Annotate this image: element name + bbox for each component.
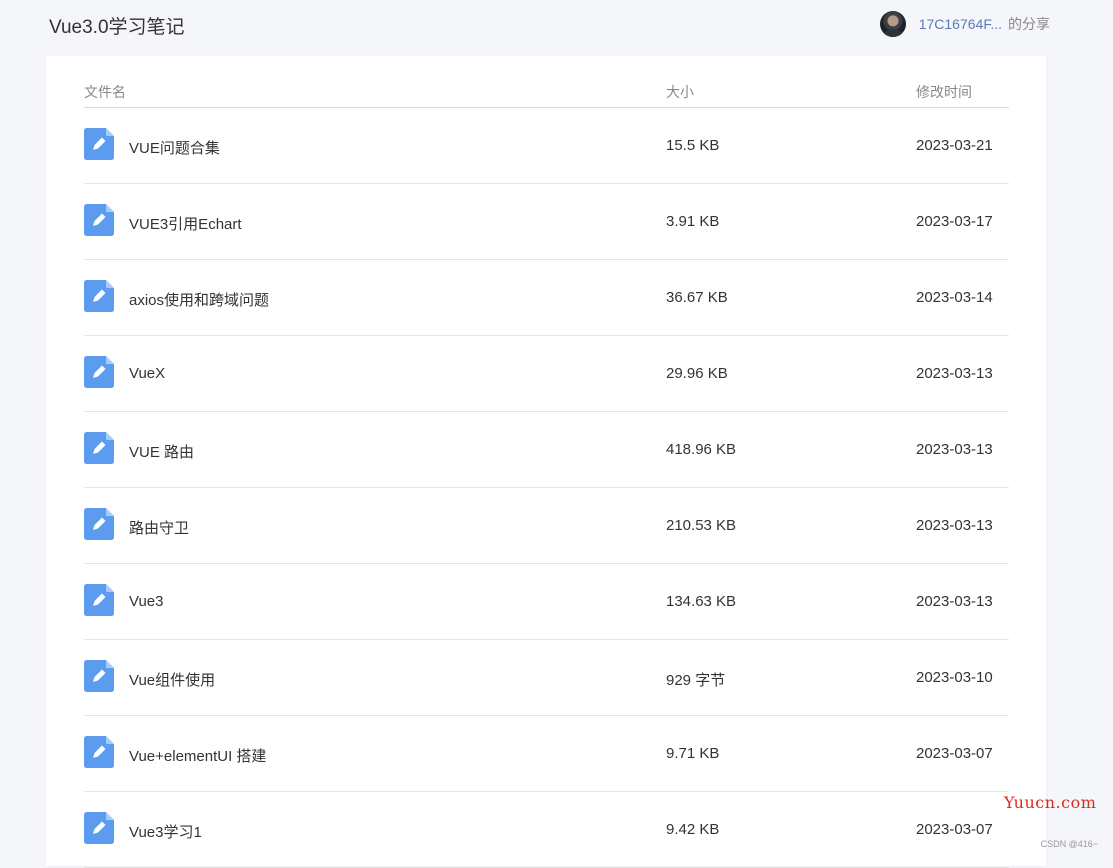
- file-rows: VUE问题合集 15.5 KB 2023-03-21 VUE3引用Echart 3.91…: [84, 108, 1009, 868]
- table-row[interactable]: Vue3 134.63 KB 2023-03-13: [84, 564, 1009, 640]
- file-modified-date: 2023-03-14: [916, 289, 993, 306]
- file-size: 9.71 KB: [666, 745, 720, 762]
- file-size: 3.91 KB: [666, 213, 720, 230]
- file-name[interactable]: VUE3引用Echart: [129, 213, 242, 234]
- file-list-panel: 文件名 大小 修改时间 VUE问题合集 15.5 KB 2023-03-21 VUE3…: [46, 56, 1046, 868]
- document-edit-icon: [84, 204, 114, 236]
- table-row[interactable]: Vue3学习1 9.42 KB 2023-03-07: [84, 792, 1009, 868]
- file-modified-date: 2023-03-07: [916, 745, 993, 762]
- file-modified-date: 2023-03-13: [916, 441, 993, 458]
- file-name[interactable]: VueX: [129, 365, 165, 382]
- file-size: 929 字节: [666, 672, 726, 689]
- avatar[interactable]: [879, 11, 906, 37]
- file-name[interactable]: Vue组件使用: [129, 669, 215, 690]
- column-header-name[interactable]: 文件名: [84, 82, 126, 102]
- document-edit-icon: [84, 812, 114, 844]
- file-size: 15.5 KB: [666, 137, 720, 154]
- file-modified-date: 2023-03-13: [916, 593, 993, 610]
- document-edit-icon: [84, 356, 114, 388]
- file-size: 29.96 KB: [666, 365, 728, 382]
- file-modified-date: 2023-03-10: [916, 669, 993, 686]
- table-row[interactable]: VUE问题合集 15.5 KB 2023-03-21: [84, 108, 1009, 184]
- table-row[interactable]: VUE3引用Echart 3.91 KB 2023-03-17: [84, 184, 1009, 260]
- file-size: 9.42 KB: [666, 821, 720, 838]
- sharer-info: 17C16764F... 的分享: [879, 11, 1050, 37]
- document-edit-icon: [84, 660, 114, 692]
- document-edit-icon: [84, 584, 114, 616]
- file-modified-date: 2023-03-13: [916, 365, 993, 382]
- credit-watermark: CSDN @416~: [1040, 839, 1098, 849]
- file-name[interactable]: Vue3学习1: [129, 821, 202, 842]
- file-name[interactable]: axios使用和跨域问题: [129, 289, 269, 310]
- table-row[interactable]: 路由守卫 210.53 KB 2023-03-13: [84, 488, 1009, 564]
- table-row[interactable]: axios使用和跨域问题 36.67 KB 2023-03-14: [84, 260, 1009, 336]
- site-watermark: Yuucn.com: [1004, 793, 1097, 812]
- table-row[interactable]: VueX 29.96 KB 2023-03-13: [84, 336, 1009, 412]
- file-modified-date: 2023-03-07: [916, 821, 993, 838]
- table-row[interactable]: Vue组件使用 929 字节 2023-03-10: [84, 640, 1009, 716]
- column-header-modified[interactable]: 修改时间: [916, 82, 972, 102]
- document-edit-icon: [84, 736, 114, 768]
- document-edit-icon: [84, 280, 114, 312]
- file-modified-date: 2023-03-17: [916, 213, 993, 230]
- share-suffix: 的分享: [1008, 16, 1050, 32]
- page-title: Vue3.0学习笔记: [49, 17, 185, 38]
- table-row[interactable]: VUE 路由 418.96 KB 2023-03-13: [84, 412, 1009, 488]
- document-edit-icon: [84, 432, 114, 464]
- file-name[interactable]: VUE 路由: [129, 441, 194, 462]
- document-edit-icon: [84, 508, 114, 540]
- file-size: 210.53 KB: [666, 517, 737, 534]
- column-header-size[interactable]: 大小: [666, 82, 694, 102]
- file-name[interactable]: VUE问题合集: [129, 137, 220, 158]
- file-size: 36.67 KB: [666, 289, 728, 306]
- header: Vue3.0学习笔记 17C16764F... 的分享: [0, 0, 1113, 50]
- file-name[interactable]: 路由守卫: [129, 517, 189, 538]
- owner-link[interactable]: 17C16764F...: [919, 16, 1002, 32]
- table-row[interactable]: Vue+elementUI 搭建 9.71 KB 2023-03-07: [84, 716, 1009, 792]
- file-size: 418.96 KB: [666, 441, 737, 458]
- file-name[interactable]: Vue3: [129, 593, 163, 610]
- file-modified-date: 2023-03-21: [916, 137, 993, 154]
- file-name[interactable]: Vue+elementUI 搭建: [129, 745, 266, 766]
- table-header: 文件名 大小 修改时间: [84, 56, 1009, 108]
- file-size: 134.63 KB: [666, 593, 737, 610]
- file-modified-date: 2023-03-13: [916, 517, 993, 534]
- document-edit-icon: [84, 128, 114, 160]
